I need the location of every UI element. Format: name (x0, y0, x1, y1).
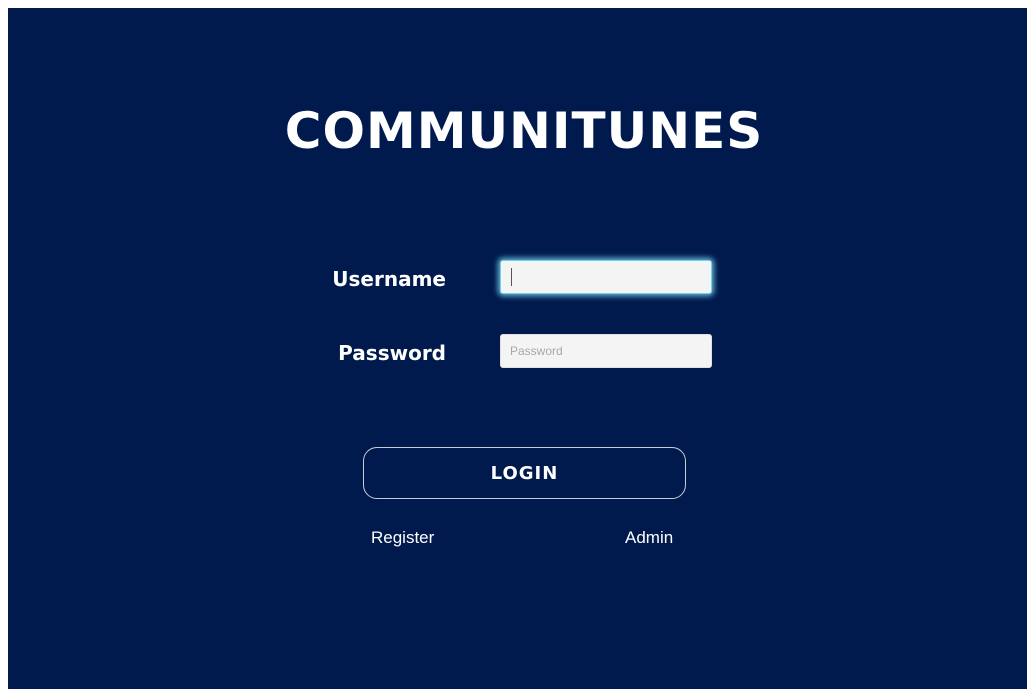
app-title: COMMUNITUNES (284, 102, 764, 160)
username-input[interactable] (500, 260, 712, 294)
username-label: Username (332, 267, 446, 291)
password-input[interactable] (500, 334, 712, 368)
text-cursor (511, 268, 512, 286)
register-link[interactable]: Register (371, 527, 434, 549)
password-label: Password (338, 341, 446, 365)
login-button[interactable]: LOGIN (363, 447, 686, 499)
admin-link[interactable]: Admin (625, 527, 673, 549)
login-window: COMMUNITUNES Username Password LOGIN Reg… (8, 8, 1027, 689)
